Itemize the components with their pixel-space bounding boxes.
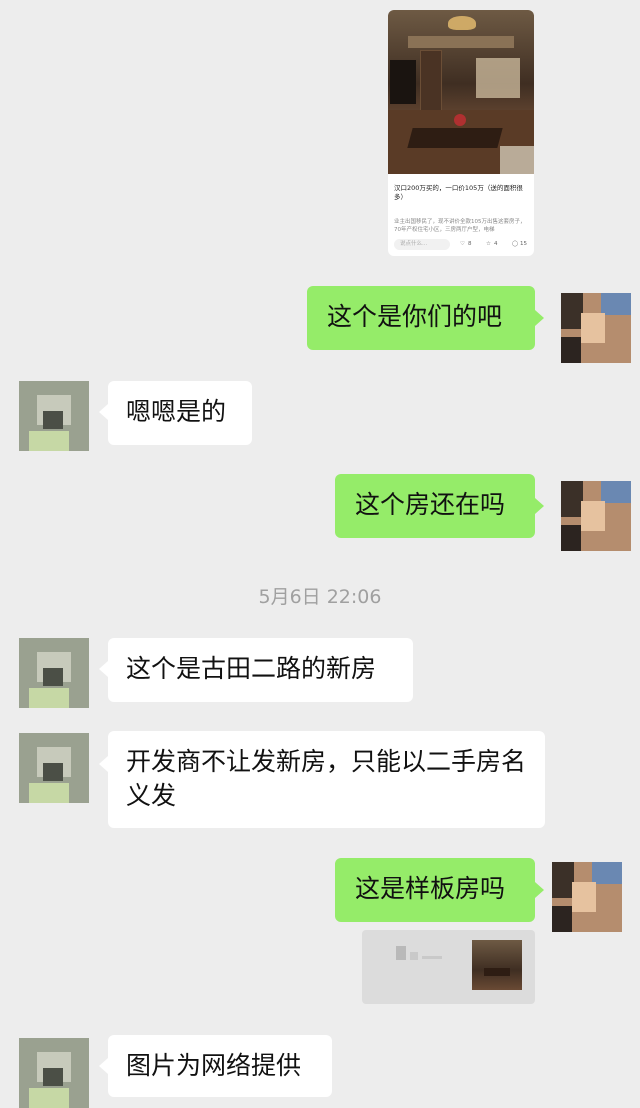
- living-room-photo: [388, 10, 534, 174]
- my-avatar[interactable]: [561, 293, 631, 363]
- comment-icon[interactable]: ◯: [512, 239, 518, 250]
- star-icon[interactable]: ☆: [486, 239, 491, 250]
- post-actions: 说点什么... ♡ 8 ☆ 4 ◯ 15: [394, 239, 530, 251]
- message-bubble-sent[interactable]: 这是样板房吗: [335, 858, 535, 922]
- quoted-message[interactable]: [362, 930, 535, 1004]
- bubble-tail: [535, 882, 544, 898]
- post-description: 业主出国移民了，现不讲价全款105万出售这套房子，70年产权住宅小区，三房两厅户…: [394, 219, 526, 233]
- comment-input[interactable]: 说点什么...: [394, 239, 450, 250]
- message-bubble-sent[interactable]: 这个房还在吗: [335, 474, 535, 538]
- bubble-tail: [535, 310, 544, 326]
- bubble-tail: [99, 404, 108, 420]
- contact-avatar[interactable]: [19, 733, 89, 803]
- bubble-tail: [99, 1058, 108, 1074]
- quoted-thumbnail: [472, 940, 522, 990]
- my-avatar[interactable]: [552, 862, 622, 932]
- chat-timestamp: 5月6日 22:06: [258, 586, 382, 608]
- message-bubble-received[interactable]: 图片为网络提供: [108, 1035, 332, 1097]
- message-bubble-received[interactable]: 这个是古田二路的新房: [108, 638, 413, 702]
- message-bubble-sent[interactable]: 这个是你们的吧: [307, 286, 535, 350]
- comments-count: 15: [520, 241, 527, 247]
- my-avatar[interactable]: [561, 481, 631, 551]
- likes-count: 8: [468, 241, 472, 247]
- bubble-tail: [535, 498, 544, 514]
- shared-post-card[interactable]: 汉口200万买的，一口价105万（送的面积很多） 业主出国移民了，现不讲价全款1…: [388, 10, 534, 256]
- heart-icon[interactable]: ♡: [460, 239, 465, 250]
- bubble-tail: [99, 756, 108, 772]
- message-bubble-received[interactable]: 嗯嗯是的: [108, 381, 252, 445]
- quoted-text-placeholder: [396, 946, 406, 960]
- contact-avatar[interactable]: [19, 638, 89, 708]
- message-bubble-received[interactable]: 开发商不让发新房，只能以二手房名义发: [108, 731, 545, 828]
- bubble-tail: [99, 661, 108, 677]
- contact-avatar[interactable]: [19, 381, 89, 451]
- post-title: 汉口200万买的，一口价105万（送的面积很多）: [394, 184, 523, 201]
- contact-avatar[interactable]: [19, 1038, 89, 1108]
- favorites-count: 4: [494, 241, 498, 247]
